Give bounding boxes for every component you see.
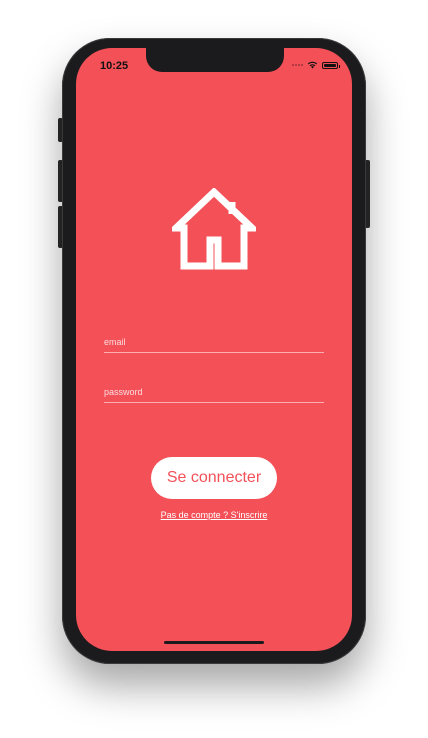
house-icon: [172, 188, 256, 270]
password-field: [104, 382, 324, 403]
battery-icon: [322, 61, 340, 69]
wifi-icon: [307, 61, 318, 69]
home-indicator[interactable]: [164, 641, 264, 644]
login-button[interactable]: Se connecter: [151, 457, 277, 499]
password-input[interactable]: [104, 383, 324, 401]
signal-icon: [292, 64, 303, 66]
notch: [146, 48, 284, 72]
email-field: [104, 332, 324, 353]
login-screen: 10:25 Se connecter Pas de compt: [76, 48, 352, 651]
device-stage: 10:25 Se connecter Pas de compt: [0, 0, 428, 738]
signup-link[interactable]: Pas de compte ? S'inscrire: [76, 510, 352, 520]
email-input[interactable]: [104, 333, 324, 351]
status-icons: [292, 61, 340, 69]
status-time: 10:25: [100, 60, 129, 72]
